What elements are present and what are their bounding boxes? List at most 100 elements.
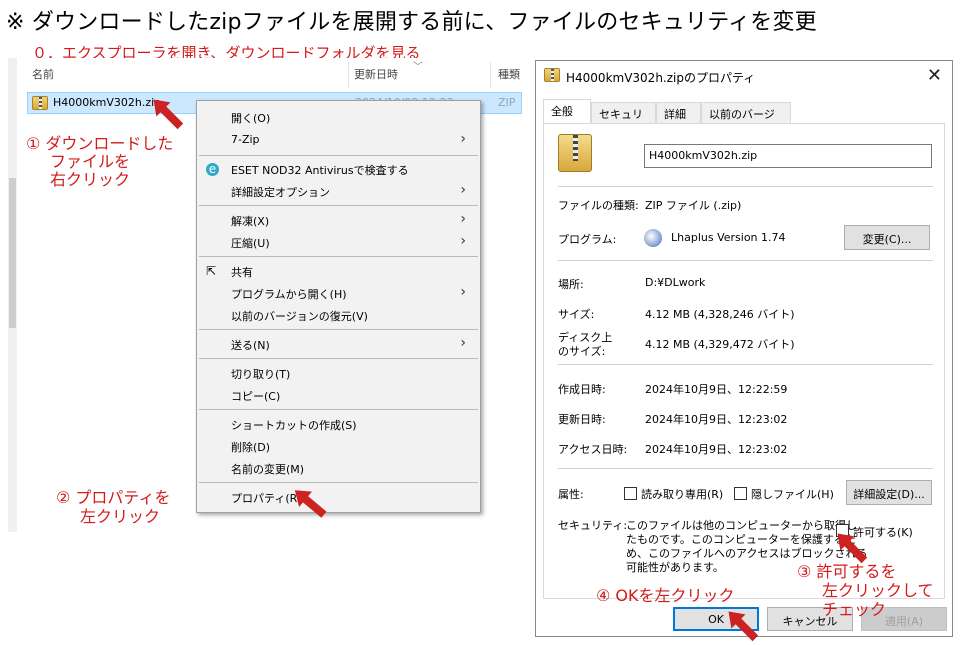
zip-file-icon xyxy=(32,96,48,110)
tab-general[interactable]: 全般 xyxy=(543,99,591,124)
menu-item-label: 切り取り(T) xyxy=(231,368,291,381)
menu-item-label: 開く(O) xyxy=(231,112,271,125)
menu-item-open-with[interactable]: プログラムから開く(H) › xyxy=(197,282,480,304)
file-type-value: ZIP ファイル (.zip) xyxy=(645,199,742,212)
location-label: 場所: xyxy=(558,278,584,291)
menu-item-share[interactable]: ⇱ 共有 xyxy=(197,260,480,282)
column-divider xyxy=(348,62,349,88)
menu-item-copy[interactable]: コピー(C) xyxy=(197,384,480,406)
menu-item-label: ショートカットの作成(S) xyxy=(231,419,357,432)
eset-icon: e xyxy=(206,163,219,176)
filename-field[interactable]: H4000kmV302h.zip xyxy=(644,144,932,168)
divider xyxy=(558,468,933,469)
menu-item-open[interactable]: 開く(O) xyxy=(197,106,480,128)
menu-divider xyxy=(199,256,478,257)
readonly-checkbox[interactable] xyxy=(624,487,637,500)
menu-item-restore-versions[interactable]: 以前のバージョンの復元(V) xyxy=(197,304,480,326)
hidden-checkbox[interactable] xyxy=(734,487,747,500)
tab-previous-versions[interactable]: 以前のバージョン xyxy=(701,102,791,137)
menu-item-compress[interactable]: 圧縮(U) › xyxy=(197,231,480,253)
menu-item-label: 7-Zip xyxy=(231,133,260,146)
change-program-button[interactable]: 変更(C)... xyxy=(844,225,930,250)
created-value: 2024年10月9日、12:22:59 xyxy=(645,383,788,396)
column-header-type[interactable]: 種類 xyxy=(498,66,520,82)
program-label: プログラム: xyxy=(558,233,617,246)
scrollbar-thumb[interactable] xyxy=(9,178,16,328)
divider xyxy=(558,186,933,187)
lhaplus-icon xyxy=(644,229,662,247)
modified-value: 2024年10月9日、12:23:02 xyxy=(645,413,788,426)
file-name: H4000kmV302h.zip xyxy=(53,96,162,109)
file-type: ZIP xyxy=(498,96,516,109)
menu-item-send-to[interactable]: 送る(N) › xyxy=(197,333,480,355)
menu-item-label: 解凍(X) xyxy=(231,215,270,228)
menu-item-label: 以前のバージョンの復元(V) xyxy=(231,310,368,323)
page-heading: ※ ダウンロードしたzipファイルを展開する前に、ファイルのセキュリティを変更 xyxy=(6,10,817,35)
attributes-label: 属性: xyxy=(558,488,584,501)
location-value: D:¥DLwork xyxy=(645,276,706,289)
submenu-chevron-icon: › xyxy=(460,233,466,249)
menu-item-label: 送る(N) xyxy=(231,339,270,352)
menu-divider xyxy=(199,482,478,483)
menu-item-label: ESET NOD32 Antivirusで検査する xyxy=(231,164,409,177)
accessed-value: 2024年10月9日、12:23:02 xyxy=(645,443,788,456)
menu-item-delete[interactable]: 削除(D) xyxy=(197,435,480,457)
zip-file-icon xyxy=(544,68,560,82)
dialog-title: H4000kmV302h.zipのプロパティ xyxy=(566,71,756,85)
menu-divider xyxy=(199,358,478,359)
menu-divider xyxy=(199,329,478,330)
advanced-button[interactable]: 詳細設定(D)... xyxy=(846,480,932,505)
menu-item-label: 詳細設定オプション xyxy=(231,186,330,199)
menu-item-rename[interactable]: 名前の変更(M) xyxy=(197,457,480,479)
menu-divider xyxy=(199,205,478,206)
submenu-chevron-icon: › xyxy=(460,335,466,351)
column-header-name[interactable]: 名前 xyxy=(32,66,54,82)
menu-item-properties[interactable]: プロパティ(R) xyxy=(197,486,480,508)
close-icon[interactable]: ✕ xyxy=(927,65,942,86)
accessed-label: アクセス日時: xyxy=(558,443,628,456)
submenu-chevron-icon: › xyxy=(460,211,466,227)
step-2-label-line2: 左クリック xyxy=(80,507,161,526)
tab-security[interactable]: セキュリティ xyxy=(591,102,656,137)
tab-details[interactable]: 詳細 xyxy=(656,102,701,123)
menu-item-eset-scan[interactable]: e ESET NOD32 Antivirusで検査する xyxy=(197,158,480,180)
menu-item-extract[interactable]: 解凍(X) › xyxy=(197,209,480,231)
created-label: 作成日時: xyxy=(558,383,606,396)
step-4-label: ④ OKを左クリック xyxy=(596,586,735,605)
menu-item-label: 圧縮(U) xyxy=(231,237,270,250)
menu-item-label: 共有 xyxy=(231,266,253,279)
menu-item-advanced-options[interactable]: 詳細設定オプション › xyxy=(197,180,480,202)
column-divider xyxy=(490,62,491,88)
divider xyxy=(558,364,933,365)
column-header-date[interactable]: 更新日時 xyxy=(354,66,398,82)
program-value: Lhaplus Version 1.74 xyxy=(671,231,786,244)
context-menu: 開く(O) 7-Zip › e ESET NOD32 Antivirusで検査する … xyxy=(196,100,481,513)
menu-item-label: 名前の変更(M) xyxy=(231,463,305,476)
modified-label: 更新日時: xyxy=(558,413,606,426)
divider xyxy=(558,260,933,261)
hidden-label[interactable]: 隠しファイル(H) xyxy=(751,486,834,502)
properties-dialog: H4000kmV302h.zipのプロパティ ✕ 全般 セキュリティ 詳細 以前… xyxy=(535,60,953,637)
step-1-label-line3: 右クリック xyxy=(50,170,131,189)
menu-item-label: プログラムから開く(H) xyxy=(231,288,347,301)
zip-file-large-icon xyxy=(558,134,592,172)
menu-divider xyxy=(199,409,478,410)
submenu-chevron-icon: › xyxy=(460,131,466,147)
readonly-label[interactable]: 読み取り専用(R) xyxy=(641,486,723,502)
size-label: サイズ: xyxy=(558,308,595,321)
submenu-chevron-icon: › xyxy=(460,284,466,300)
allow-label[interactable]: 許可する(K) xyxy=(853,524,913,540)
security-label: セキュリティ: xyxy=(558,519,628,532)
step-3-label-line3: チェック xyxy=(822,600,887,619)
security-text-line4: 可能性があります。 xyxy=(626,561,724,574)
menu-item-label: 削除(D) xyxy=(231,441,271,454)
menu-item-label: コピー(C) xyxy=(231,390,281,403)
sort-chevron-icon: ﹀ xyxy=(413,62,423,73)
menu-item-create-shortcut[interactable]: ショートカットの作成(S) xyxy=(197,413,480,435)
file-type-label: ファイルの種類: xyxy=(558,199,639,212)
menu-item-cut[interactable]: 切り取り(T) xyxy=(197,362,480,384)
disk-size-label-line2: のサイズ: xyxy=(558,345,606,358)
share-icon: ⇱ xyxy=(206,264,217,278)
size-value: 4.12 MB (4,328,246 バイト) xyxy=(645,308,795,321)
menu-item-7zip[interactable]: 7-Zip › xyxy=(197,129,480,151)
